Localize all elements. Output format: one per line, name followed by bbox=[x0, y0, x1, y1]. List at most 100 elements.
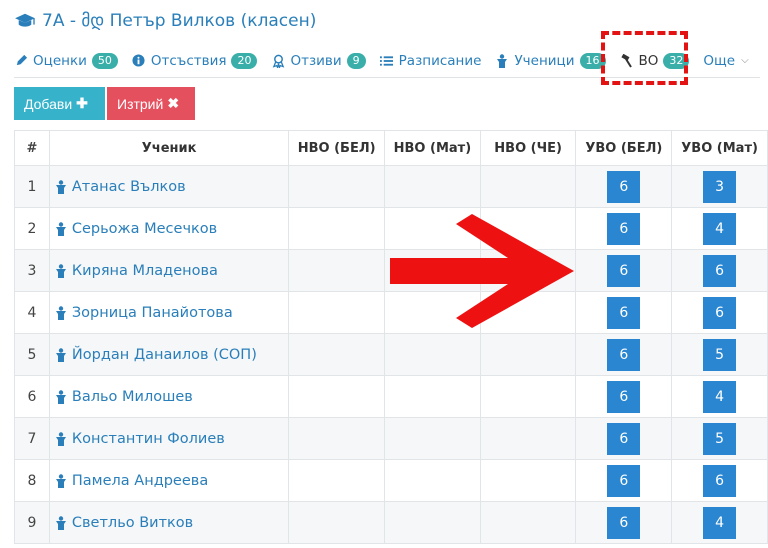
grade-box[interactable]: 6 bbox=[607, 422, 641, 455]
column-header: НВО (Мат) bbox=[384, 130, 481, 166]
student-link[interactable]: Серьожа Месечков bbox=[50, 221, 288, 237]
row-number: 7 bbox=[14, 417, 50, 460]
empty-cell bbox=[288, 333, 386, 376]
empty-cell bbox=[479, 165, 577, 208]
tab-schedule[interactable]: Разписание bbox=[380, 46, 482, 76]
student-name: Памела Андреева bbox=[71, 472, 209, 489]
column-header: НВО (ЧЕ) bbox=[479, 130, 577, 166]
grade-box[interactable]: 4 bbox=[703, 506, 737, 539]
grade-box[interactable]: 5 bbox=[703, 338, 737, 371]
table-row: 9 Светльо Витков 6 4 bbox=[14, 501, 768, 544]
row-number: 9 bbox=[14, 501, 50, 544]
student-link[interactable]: Светльо Витков bbox=[50, 515, 288, 531]
empty-cell bbox=[479, 459, 577, 502]
student-link[interactable]: Атанас Вълков bbox=[50, 179, 288, 195]
grade-box[interactable]: 6 bbox=[607, 254, 641, 287]
student-link[interactable]: Йордан Данаилов (СОП) bbox=[50, 347, 288, 363]
tab-label: Отсъствия bbox=[150, 52, 227, 69]
student-icon bbox=[55, 431, 66, 446]
student-icon bbox=[55, 515, 66, 530]
delete-button[interactable]: Изтрий ✖ bbox=[107, 87, 195, 120]
grade-box[interactable]: 6 bbox=[703, 254, 737, 287]
chevron-down-icon: ⌵ bbox=[741, 55, 749, 66]
grade-box[interactable]: 5 bbox=[703, 422, 737, 455]
student-link[interactable]: Константин Фолиев bbox=[50, 431, 288, 447]
add-button[interactable]: Добави ✚ bbox=[14, 87, 105, 120]
grade-box[interactable]: 4 bbox=[703, 380, 737, 413]
student-link[interactable]: Зорница Панайотова bbox=[50, 305, 288, 321]
tab-grades[interactable]: Оценки 50 bbox=[14, 46, 118, 76]
grade-box[interactable]: 6 bbox=[607, 506, 641, 539]
row-number: 6 bbox=[14, 375, 50, 418]
student-icon bbox=[55, 263, 66, 278]
student-icon bbox=[55, 347, 66, 362]
row-number: 1 bbox=[14, 165, 50, 208]
grade-box[interactable]: 3 bbox=[703, 170, 737, 203]
grade-box[interactable]: 6 bbox=[607, 380, 641, 413]
plus-icon: ✚ bbox=[76, 95, 88, 111]
tab-reviews[interactable]: Отзиви 9 bbox=[271, 46, 366, 76]
tab-label: Още bbox=[703, 52, 736, 69]
tab-absences[interactable]: Отсъствия 20 bbox=[132, 46, 258, 76]
count-badge: 20 bbox=[231, 52, 258, 69]
empty-cell bbox=[288, 501, 386, 544]
pencil-icon bbox=[14, 54, 28, 68]
student-name: Зорница Панайотова bbox=[71, 304, 233, 321]
column-header: УВО (БЕЛ) bbox=[575, 130, 673, 166]
empty-cell bbox=[384, 333, 481, 376]
close-icon: ✖ bbox=[167, 95, 180, 111]
grade-box[interactable]: 6 bbox=[607, 212, 641, 245]
grade-box[interactable]: 6 bbox=[607, 296, 641, 329]
vo-annotation-box bbox=[601, 31, 688, 85]
student-icon bbox=[55, 305, 66, 320]
row-number: 5 bbox=[14, 333, 50, 376]
grade-box[interactable]: 6 bbox=[703, 296, 737, 329]
grade-box[interactable]: 4 bbox=[703, 212, 737, 245]
toolbar: Добави ✚ Изтрий ✖ bbox=[14, 87, 197, 120]
tab-label: Отзиви bbox=[290, 52, 342, 69]
tab-more[interactable]: Още ⌵ bbox=[703, 46, 748, 76]
tab-students[interactable]: Ученици 16 bbox=[495, 46, 606, 76]
column-header: # bbox=[14, 130, 50, 166]
student-link[interactable]: Вальо Милошев bbox=[50, 389, 288, 405]
student-icon bbox=[55, 221, 66, 236]
student-icon bbox=[55, 473, 66, 488]
student-name: Атанас Вълков bbox=[71, 178, 186, 195]
table-row: 8 Памела Андреева 6 6 bbox=[14, 459, 768, 502]
empty-cell bbox=[384, 375, 481, 418]
add-label: Добави bbox=[24, 95, 73, 112]
student-icon bbox=[55, 389, 66, 404]
row-number: 4 bbox=[14, 291, 50, 334]
empty-cell bbox=[479, 375, 577, 418]
tab-label: Ученици bbox=[514, 52, 575, 69]
tab-label: Разписание bbox=[398, 52, 482, 69]
row-number: 3 bbox=[14, 249, 50, 292]
row-number: 2 bbox=[14, 207, 50, 250]
list-icon bbox=[380, 54, 394, 68]
row-number: 8 bbox=[14, 459, 50, 502]
empty-cell bbox=[288, 207, 386, 250]
student-link[interactable]: Киряна Младенова bbox=[50, 263, 288, 279]
tab-label: Оценки bbox=[33, 52, 87, 69]
empty-cell bbox=[288, 249, 386, 292]
student-icon bbox=[55, 179, 66, 194]
table-row: 6 Вальо Милошев 6 4 bbox=[14, 375, 768, 418]
grade-box[interactable]: 6 bbox=[607, 338, 641, 371]
student-icon bbox=[495, 53, 509, 68]
delete-label: Изтрий bbox=[117, 95, 164, 112]
empty-cell bbox=[384, 501, 481, 544]
student-link[interactable]: Памела Андреева bbox=[50, 473, 288, 489]
table-row: 7 Константин Фолиев 6 5 bbox=[14, 417, 768, 460]
empty-cell bbox=[288, 417, 386, 460]
page-title: 7А - მდ Петър Вилков (класен) bbox=[14, 9, 316, 33]
grade-box[interactable]: 6 bbox=[607, 464, 641, 497]
empty-cell bbox=[288, 291, 386, 334]
empty-cell bbox=[479, 333, 577, 376]
empty-cell bbox=[288, 459, 386, 502]
grade-box[interactable]: 6 bbox=[607, 170, 641, 203]
student-name: Вальо Милошев bbox=[71, 388, 193, 405]
empty-cell bbox=[479, 417, 577, 460]
class-title: 7А - მდ Петър Вилков (класен) bbox=[42, 11, 317, 31]
grade-box[interactable]: 6 bbox=[703, 464, 737, 497]
student-name: Киряна Младенова bbox=[71, 262, 218, 279]
